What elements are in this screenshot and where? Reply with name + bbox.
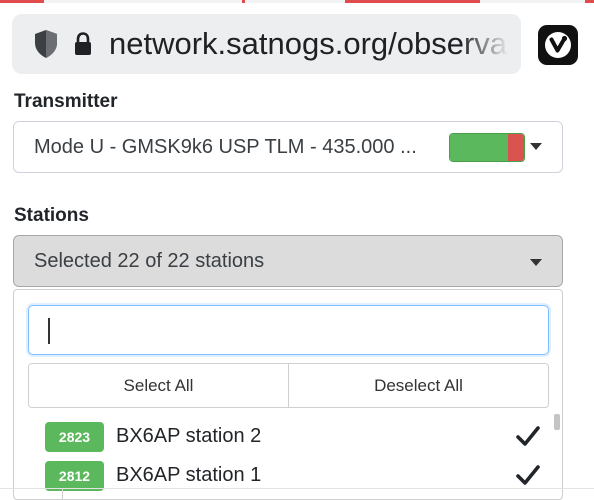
stations-select[interactable]: Selected 22 of 22 stations: [13, 235, 563, 287]
checkmark-icon: [516, 426, 540, 446]
transmitter-label: Transmitter: [14, 91, 118, 112]
checkmark-icon: [516, 465, 540, 485]
stations-label: Stations: [14, 205, 89, 226]
selection-button-group: Select All Deselect All: [28, 363, 549, 408]
stations-selected-summary: Selected 22 of 22 stations: [34, 250, 265, 272]
dropdown-scrollbar-thumb[interactable]: [554, 414, 560, 430]
shield-icon[interactable]: [33, 29, 59, 59]
station-name: BX6AP station 1: [116, 464, 262, 486]
station-name: BX6AP station 2: [116, 425, 262, 447]
browser-toolbar: network.satnogs.org/observat: [0, 3, 594, 85]
divider: [0, 488, 594, 489]
deselect-all-button[interactable]: Deselect All: [288, 364, 548, 407]
text-cursor: [48, 318, 50, 344]
station-option[interactable]: 2812 BX6AP station 1: [28, 457, 549, 495]
station-id-badge: 2812: [45, 461, 104, 491]
vivaldi-icon[interactable]: [538, 25, 578, 65]
url-fade: [461, 14, 521, 74]
address-bar[interactable]: network.satnogs.org/observat: [12, 14, 521, 74]
status-bad-fill: [507, 134, 524, 161]
transmitter-status-bar: [449, 133, 525, 162]
chevron-down-icon[interactable]: [530, 259, 542, 266]
divider: [62, 489, 63, 500]
status-good-fill: [450, 134, 508, 161]
stations-dropdown: Select All Deselect All 2823 BX6AP stati…: [13, 289, 563, 500]
transmitter-select[interactable]: Mode U - GMSK9k6 USP TLM - 435.000 ...: [13, 121, 563, 173]
select-all-button[interactable]: Select All: [29, 364, 288, 407]
station-option[interactable]: 2823 BX6AP station 2: [28, 418, 549, 456]
transmitter-selected-value: Mode U - GMSK9k6 USP TLM - 435.000 ...: [34, 136, 417, 158]
station-id-badge: 2823: [45, 422, 104, 452]
stations-search-input[interactable]: [28, 305, 549, 355]
url-text: network.satnogs.org/observat: [109, 26, 516, 61]
chevron-down-icon[interactable]: [530, 143, 542, 150]
lock-icon[interactable]: [73, 32, 93, 56]
